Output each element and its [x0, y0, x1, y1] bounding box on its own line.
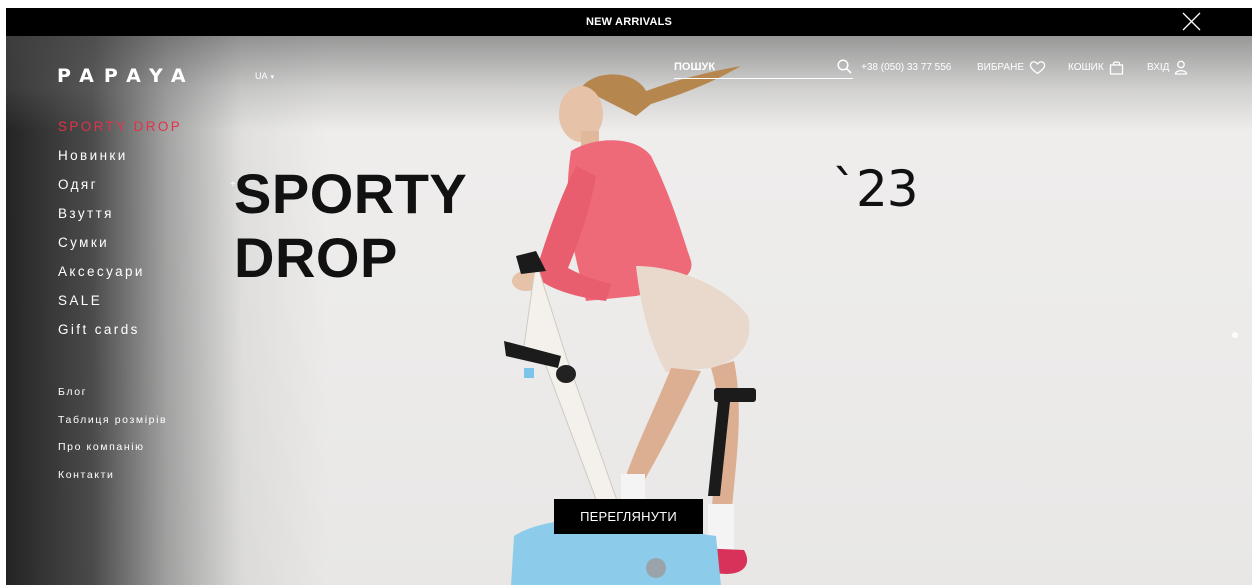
menu-item-new[interactable]: Новинки [58, 147, 182, 176]
hero-year: `23 [832, 160, 919, 218]
view-collection-button[interactable]: ПЕРЕГЛЯНУТИ [554, 499, 703, 534]
cart-link[interactable]: КОШИК [1068, 60, 1124, 75]
menu-item-shoes[interactable]: Взуття [58, 205, 182, 234]
login-label: ВХІД [1147, 62, 1170, 73]
menu-item-contacts[interactable]: Контакти [58, 468, 167, 496]
slider-dot[interactable] [1232, 332, 1238, 338]
close-icon[interactable] [1178, 9, 1204, 35]
announcement-bar[interactable]: NEW ARRIVALS [6, 8, 1252, 36]
side-menu: SPORTY DROP Новинки Одяг Взуття Сумки Ак… [58, 118, 182, 350]
cart-label: КОШИК [1068, 62, 1104, 73]
brand-logo[interactable]: PAPAYA [57, 65, 196, 87]
chevron-down-icon: ▾ [270, 74, 275, 81]
language-label: UA [255, 71, 268, 81]
menu-item-size-chart[interactable]: Таблиця розмірів [58, 413, 167, 441]
bag-icon [1109, 61, 1123, 75]
menu-item-clothing[interactable]: Одяг [58, 176, 182, 205]
search-icon[interactable] [837, 59, 852, 74]
menu-item-bags[interactable]: Сумки [58, 234, 182, 263]
announcement-text[interactable]: NEW ARRIVALS [586, 16, 672, 28]
menu-item-gift-cards[interactable]: Gift cards [58, 321, 182, 350]
login-link[interactable]: ВХІД [1147, 60, 1188, 75]
hero-headline: SPORTY DROP [234, 162, 467, 290]
menu-item-accessories[interactable]: Аксесуари [58, 263, 182, 292]
heart-icon [1029, 61, 1046, 75]
menu-item-sporty-drop[interactable]: SPORTY DROP [58, 118, 182, 147]
favorites-label: ВИБРАНЕ [977, 62, 1024, 73]
secondary-menu: Блог Таблиця розмірів Про компанію Конта… [58, 385, 167, 495]
user-icon [1175, 60, 1188, 75]
language-selector[interactable]: UA ▾ [255, 71, 274, 81]
phone-number[interactable]: +38 (050) 33 77 556 [861, 62, 951, 73]
menu-item-about[interactable]: Про компанію [58, 440, 167, 468]
page-frame: NEW ARRIVALS + SPORTY DROP `23 PAPAYA UA… [6, 8, 1252, 585]
headline-line-1: SPORTY [234, 162, 468, 225]
favorites-link[interactable]: ВИБРАНЕ [977, 60, 1046, 75]
headline-line-2: DROP [234, 226, 398, 289]
menu-item-sale[interactable]: SALE [58, 292, 182, 321]
search-bar[interactable] [674, 58, 853, 79]
menu-item-blog[interactable]: Блог [58, 385, 167, 413]
search-input[interactable] [674, 58, 824, 76]
